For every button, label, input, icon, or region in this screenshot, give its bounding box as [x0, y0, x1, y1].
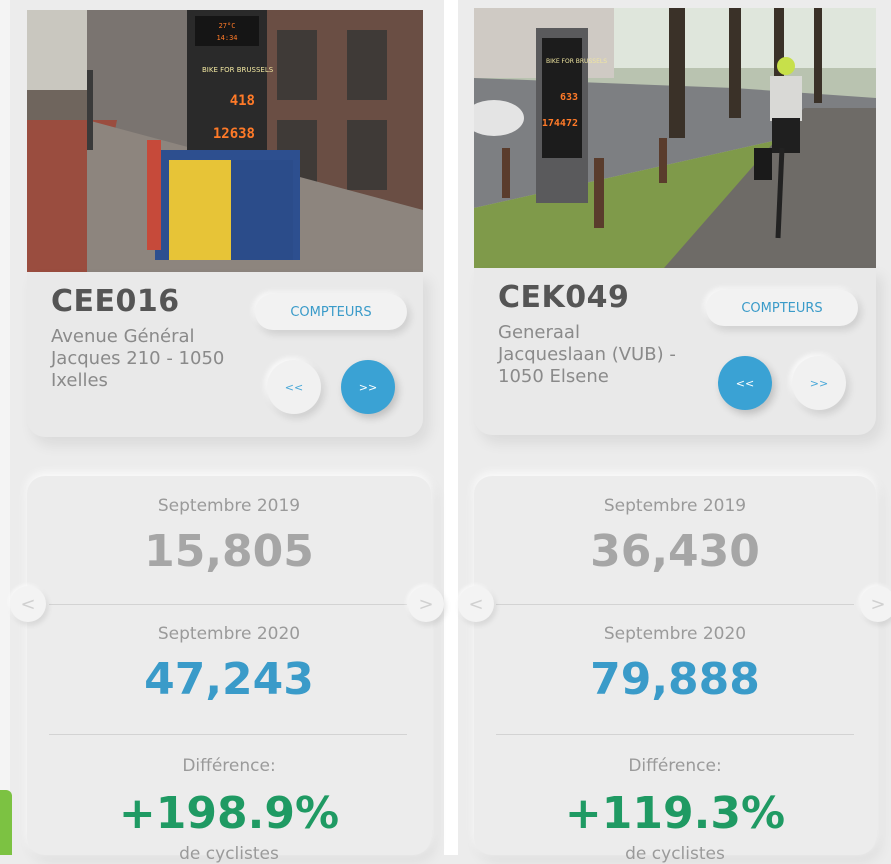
counter-photo: BIKE FOR BRUSSELS 633 174472 — [474, 8, 876, 268]
stats-divider — [496, 604, 854, 605]
after-period-value: 47,243 — [144, 654, 314, 705]
difference-unit: de cyclistes — [179, 844, 279, 864]
after-period-value: 79,888 — [590, 654, 760, 705]
difference-value: +119.3% — [564, 788, 786, 839]
carousel-next-arrow[interactable]: > — [408, 586, 444, 622]
carousel-prev-arrow[interactable]: < — [458, 586, 494, 622]
before-period-label: Septembre 2019 — [603, 496, 747, 516]
next-counter-button[interactable]: >> — [792, 356, 846, 410]
before-period-value: 36,430 — [590, 526, 760, 577]
display-year-count: 12638 — [213, 126, 255, 142]
display-year-count: 174472 — [542, 118, 578, 129]
compteurs-button[interactable]: COMPTEURS — [706, 290, 858, 326]
compteurs-button[interactable]: COMPTEURS — [255, 294, 407, 330]
carousel-next-arrow[interactable]: > — [860, 586, 891, 622]
difference-label: Différence: — [182, 756, 276, 776]
panel-divider — [444, 0, 458, 855]
stats-divider — [496, 734, 854, 735]
previous-counter-button[interactable]: << — [267, 360, 321, 414]
stats-card: Septembre 2019 15,805 Septembre 2020 47,… — [27, 476, 431, 864]
before-period-label: Septembre 2019 — [157, 496, 301, 516]
counter-panel-cek049: BIKE FOR BRUSSELS 633 174472 CEK049 Gene… — [458, 0, 891, 864]
after-period-label: Septembre 2020 — [157, 624, 301, 644]
difference-label: Différence: — [628, 756, 722, 776]
carousel-prev-arrow[interactable]: < — [10, 586, 46, 622]
stats-card: Septembre 2019 36,430 Septembre 2020 79,… — [474, 476, 876, 864]
next-counter-button[interactable]: >> — [341, 360, 395, 414]
previous-counter-button[interactable]: << — [718, 356, 772, 410]
display-time: 14:34 — [216, 34, 237, 42]
after-period-label: Septembre 2020 — [603, 624, 747, 644]
counter-panel-cee016: 27°C 14:34 BIKE FOR BRUSSELS 418 12638 C… — [10, 0, 444, 864]
difference-value: +198.9% — [118, 788, 340, 839]
counter-info-card: CEK049 Generaal Jacqueslaan (VUB) - 1050… — [474, 268, 876, 435]
stats-divider — [49, 604, 407, 605]
left-gutter — [0, 0, 10, 855]
before-period-value: 15,805 — [144, 526, 314, 577]
counter-address: Avenue Général Jacques 210 - 1050 Ixelle… — [51, 326, 225, 391]
stats-divider — [49, 734, 407, 735]
display-brand: BIKE FOR BRUSSELS — [202, 66, 274, 74]
display-daily-count: 633 — [560, 92, 578, 103]
difference-unit: de cyclistes — [625, 844, 725, 864]
display-temperature: 27°C — [219, 22, 236, 30]
counter-code: CEE016 — [51, 284, 180, 319]
counter-address: Generaal Jacqueslaan (VUB) - 1050 Elsene — [498, 322, 676, 387]
counter-info-card: CEE016 Avenue Général Jacques 210 - 1050… — [27, 272, 423, 437]
display-brand: BIKE FOR BRUSSELS — [546, 58, 607, 65]
counter-code: CEK049 — [498, 280, 630, 315]
counter-photo: 27°C 14:34 BIKE FOR BRUSSELS 418 12638 — [27, 10, 423, 272]
display-daily-count: 418 — [230, 93, 255, 109]
